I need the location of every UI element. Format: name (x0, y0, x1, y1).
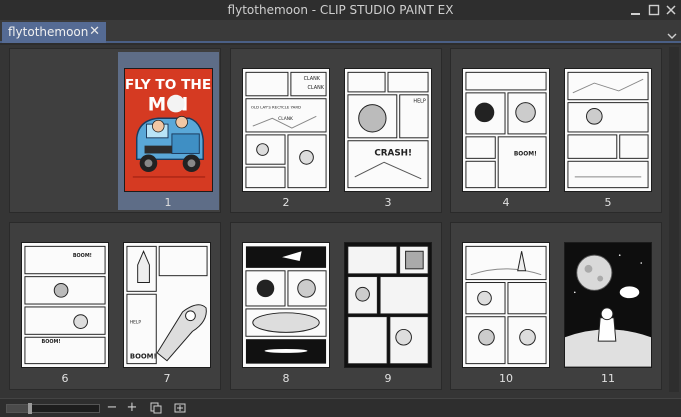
minimize-icon[interactable] (628, 2, 644, 18)
zoom-slider-fill (7, 405, 30, 412)
page-slot-1[interactable]: FLY TO THE M N 1 (118, 52, 219, 210)
fit-view-icon[interactable] (172, 400, 188, 416)
page-thumbnail-4[interactable]: BOOM! (462, 68, 550, 192)
page-number-7: 7 (163, 372, 171, 385)
sfx-clank-3: CLANK (278, 116, 293, 122)
sfx-clank-1: CLANK (304, 76, 321, 82)
sign-recycle-yard: OLD LAY'S RECYCLE YARD (251, 105, 301, 110)
zoom-out-button[interactable]: − (104, 400, 120, 416)
page-thumbnail-7[interactable]: HELP BOOM! (123, 242, 211, 368)
zoom-in-button[interactable]: + (124, 400, 140, 416)
cover-title-line1: FLY TO THE (125, 77, 211, 93)
page-thumbnail-1[interactable]: FLY TO THE M N (124, 68, 213, 192)
page-slot-8[interactable]: 8 (233, 226, 333, 386)
page-thumbnail-9[interactable] (344, 242, 432, 368)
page-thumbnail-10[interactable] (462, 242, 550, 368)
tab-flytothemoon[interactable]: flytothemoon ✕ (2, 22, 106, 43)
vertical-scrollbar[interactable] (669, 47, 679, 392)
sfx-help: HELP (413, 99, 425, 105)
sfx-boom-2: BOOM! (42, 339, 61, 345)
tab-close-icon[interactable]: ✕ (89, 22, 100, 42)
page-thumbnail-2[interactable]: CLANK CLANK OLD LAY'S RECYCLE YARD CLANK (242, 68, 330, 192)
page-number-9: 9 (384, 372, 392, 385)
page-number-6: 6 (61, 372, 69, 385)
page-slot-10[interactable]: 10 (453, 226, 553, 386)
zoom-slider-knob[interactable] (28, 403, 32, 414)
window-title: flytothemoon - CLIP STUDIO PAINT EX (227, 3, 454, 17)
page-slot-7[interactable]: HELP BOOM! 7 (115, 226, 215, 386)
page-slot-5[interactable]: 5 (556, 52, 656, 210)
page-thumbnail-5[interactable] (564, 68, 652, 192)
sfx-boom: BOOM! (514, 151, 537, 157)
page-number-10: 10 (499, 372, 513, 385)
page-number-11: 11 (601, 372, 615, 385)
page-number-5: 5 (604, 196, 612, 209)
page-spread-icon[interactable] (148, 400, 164, 416)
page-number-1: 1 (164, 196, 172, 209)
sfx-clank-2: CLANK (308, 85, 325, 91)
page-slot-2[interactable]: CLANK CLANK OLD LAY'S RECYCLE YARD CLANK… (233, 52, 333, 210)
page-number-3: 3 (384, 196, 392, 209)
page-number-4: 4 (502, 196, 510, 209)
tab-menu-chevron-icon[interactable] (667, 26, 677, 39)
page-thumbnail-8[interactable] (242, 242, 330, 368)
status-bar: − + (0, 398, 681, 417)
page-slot-3[interactable]: HELP CRASH! 3 (336, 52, 436, 210)
sfx-crash: CRASH! (374, 148, 412, 158)
maximize-icon[interactable] (646, 2, 662, 18)
sfx-help: HELP (130, 320, 141, 326)
page-thumbnail-3[interactable]: HELP CRASH! (344, 68, 432, 192)
page-thumbnail-11[interactable] (564, 242, 652, 368)
page-slot-9[interactable]: 9 (336, 226, 436, 386)
page-number-2: 2 (282, 196, 290, 209)
page-slot-4[interactable]: BOOM! 4 (453, 52, 553, 210)
title-bar: flytothemoon - CLIP STUDIO PAINT EX (0, 0, 681, 20)
tab-bar: flytothemoon ✕ (0, 20, 681, 43)
sfx-boom: BOOM! (130, 353, 157, 361)
page-thumbnail-6[interactable]: BOOM! BOOM! (21, 242, 109, 368)
page-slot-6[interactable]: BOOM! BOOM! 6 (12, 226, 112, 386)
page-number-8: 8 (282, 372, 290, 385)
sfx-boom-1: BOOM! (73, 253, 92, 259)
tab-label: flytothemoon (8, 25, 89, 39)
zoom-slider[interactable] (6, 403, 100, 414)
page-slot-11[interactable]: 11 (556, 226, 656, 386)
close-icon[interactable] (663, 2, 679, 18)
